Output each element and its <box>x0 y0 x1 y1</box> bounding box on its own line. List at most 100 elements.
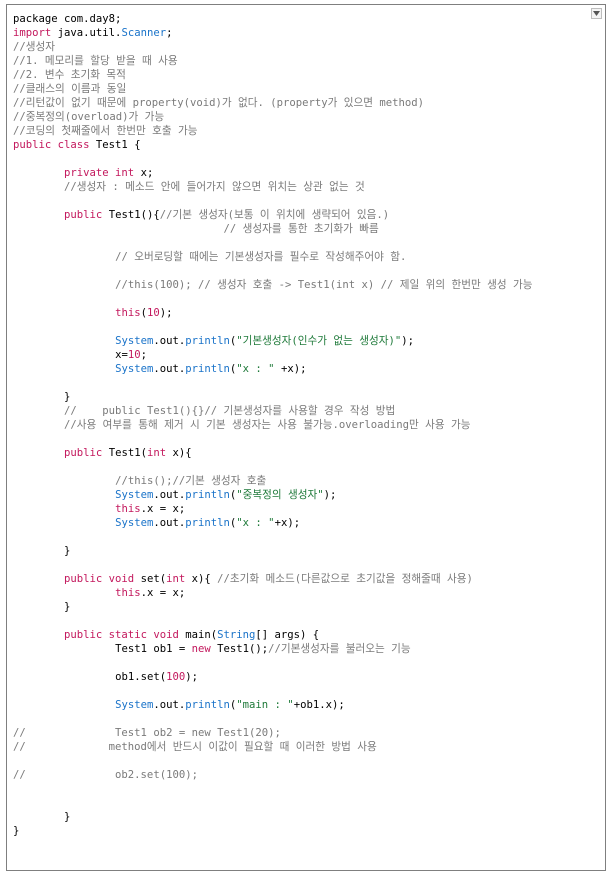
code-token: System <box>115 517 154 529</box>
chevron-down-icon[interactable] <box>591 8 602 19</box>
code-token: } <box>13 825 20 837</box>
code-token: +ob1.x); <box>293 699 345 711</box>
code-token: this <box>115 307 141 319</box>
code-token: "x : " <box>236 517 275 529</box>
code-token: import <box>13 27 58 39</box>
code-line: ob1.set(100); <box>13 670 587 684</box>
code-line: //생성자 <box>13 40 587 54</box>
code-line: //2. 변수 초기화 목적 <box>13 68 587 82</box>
code-line: //1. 메모리를 할당 받을 때 사용 <box>13 54 587 68</box>
code-line: public Test1(){//기본 생성자(보통 이 위치에 생략되어 있음… <box>13 208 587 222</box>
code-token: x){ <box>172 447 192 459</box>
code-line: } <box>13 810 587 824</box>
code-token: Test1(); <box>217 643 269 655</box>
code-line: // 오버로딩할 때에는 기본생성자를 필수로 작성해주어야 함. <box>13 250 587 264</box>
code-token: // method에서 반드시 이값이 필요할 때 이러한 방법 사용 <box>13 741 377 753</box>
code-line: //this();//기본 생성자 호출 <box>13 474 587 488</box>
code-token: ); <box>159 307 173 319</box>
code-token: //기본생성자를 불러오는 기능 <box>268 643 411 655</box>
code-line: // 생성자를 통한 초기화가 빠름 <box>13 222 587 236</box>
code-token: //클래스의 이름과 동일 <box>13 83 127 95</box>
code-token: //중복정의(overload)가 가능 <box>13 111 165 123</box>
code-token: //생성자 : 메소드 안에 들어가지 않으면 위치는 상관 없는 것 <box>64 181 365 193</box>
code-line: public Test1(int x){ <box>13 446 587 460</box>
code-token: println <box>185 489 230 501</box>
code-token: public class <box>13 139 96 151</box>
code-token: package com.day8; <box>13 13 122 25</box>
code-token: 10 <box>127 349 141 361</box>
code-token: x){ <box>191 573 218 585</box>
code-token: ); <box>401 335 415 347</box>
code-line: System.out.println("중복정의 생성자"); <box>13 488 587 502</box>
code-line: System.out.println("main : "+ob1.x); <box>13 698 587 712</box>
code-token: } <box>13 391 71 403</box>
code-token: // 생성자를 통한 초기화가 빠름 <box>13 223 379 235</box>
code-line: this.x = x; <box>13 502 587 516</box>
code-token: new <box>191 643 218 655</box>
code-token: } <box>13 811 71 823</box>
code-token: +x); <box>274 517 301 529</box>
code-token: Test1(){ <box>108 209 160 221</box>
code-token: "x : " <box>236 363 275 375</box>
code-line: //사용 여부를 통해 제거 시 기본 생성자는 사용 불가능.overload… <box>13 418 587 432</box>
code-token: ob1.set( <box>115 671 167 683</box>
code-panel: package com.day8; import java.util.Scanne… <box>6 4 606 871</box>
code-token: ; <box>166 27 173 39</box>
code-line: } <box>13 390 587 404</box>
code-token: "main : " <box>236 699 294 711</box>
code-line: //중복정의(overload)가 가능 <box>13 110 587 124</box>
code-token: println <box>185 699 230 711</box>
code-token: println <box>185 517 230 529</box>
code-token: set( <box>140 573 167 585</box>
code-line: public void set(int x){ //초기화 메소드(다른값으로 … <box>13 572 587 586</box>
code-token: Scanner <box>121 27 167 39</box>
code-line: System.out.println("x : " +x); <box>13 362 587 376</box>
code-token: System <box>115 335 154 347</box>
code-line: } <box>13 544 587 558</box>
code-token: } <box>13 545 71 557</box>
code-token: "중복정의 생성자" <box>236 489 324 501</box>
code-line: this.x = x; <box>13 586 587 600</box>
code-token: x= <box>115 349 128 361</box>
code-token: // Test1 ob2 = new Test1(20); <box>13 727 281 739</box>
code-token: private int <box>64 167 141 179</box>
code-token: java.util. <box>57 27 122 39</box>
code-token: } <box>13 601 71 613</box>
code-token: int <box>146 447 173 459</box>
code-token: //생성자 <box>13 41 55 53</box>
code-line: } <box>13 824 587 838</box>
code-token: System <box>115 363 154 375</box>
code-line: x=10; <box>13 348 587 362</box>
code-line: // method에서 반드시 이값이 필요할 때 이러한 방법 사용 <box>13 740 587 754</box>
code-token: .x = x; <box>140 503 186 515</box>
code-token: 100 <box>166 671 186 683</box>
code-token: public static void <box>64 629 186 641</box>
code-token: .out. <box>153 699 186 711</box>
code-token: //1. 메모리를 할당 받을 때 사용 <box>13 55 178 67</box>
code-line: // Test1 ob2 = new Test1(20); <box>13 726 587 740</box>
code-line: // public Test1(){}// 기본생성자를 사용할 경우 작성 방… <box>13 404 587 418</box>
